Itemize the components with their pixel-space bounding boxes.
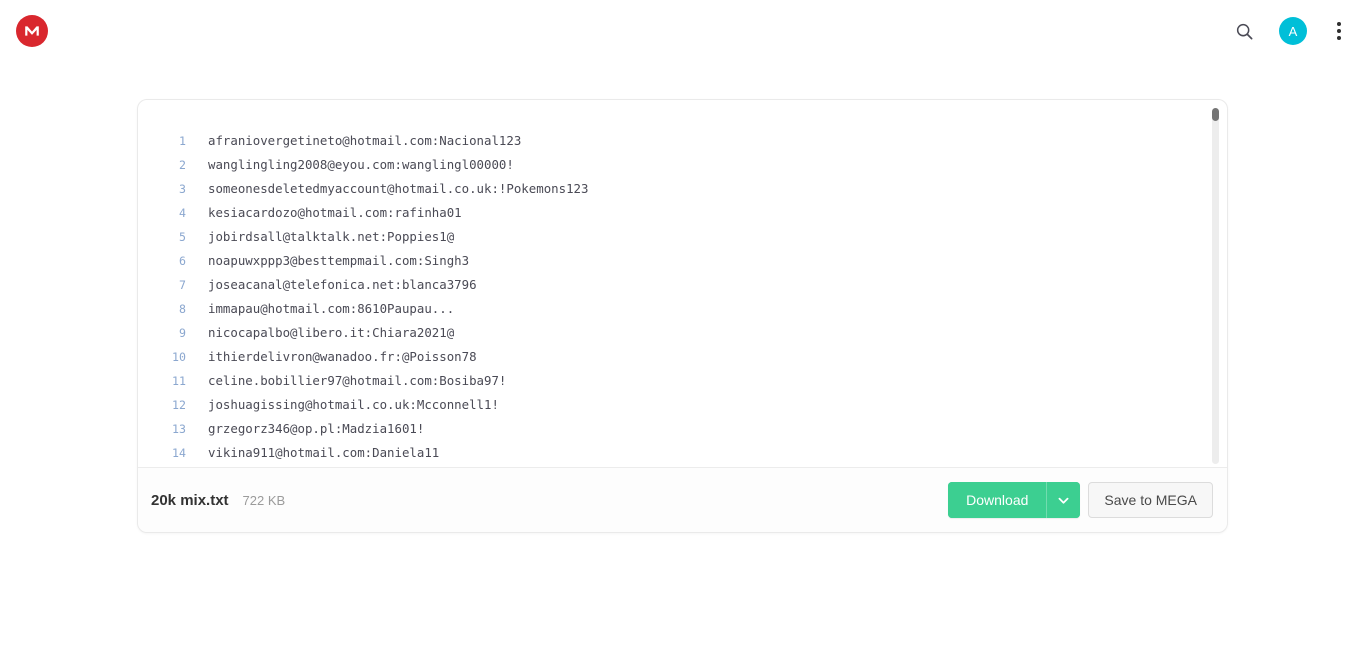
line-text: jobirdsall@talktalk.net:Poppies1@ bbox=[208, 229, 455, 244]
avatar[interactable]: A bbox=[1279, 17, 1307, 45]
file-name: 20k mix.txt bbox=[151, 491, 229, 509]
top-bar: A bbox=[0, 0, 1365, 62]
line-number: 11 bbox=[172, 374, 186, 388]
search-icon bbox=[1236, 23, 1252, 39]
avatar-letter: A bbox=[1288, 23, 1298, 39]
code-line: 14 vikina911@hotmail.com:Daniela11 bbox=[138, 441, 1227, 465]
line-number: 7 bbox=[179, 278, 186, 292]
code-line: 10 ithierdelivron@wanadoo.fr:@Poisson78 bbox=[138, 345, 1227, 369]
line-text: noapuwxppp3@besttempmail.com:Singh3 bbox=[208, 253, 470, 268]
line-text: celine.bobillier97@hotmail.com:Bosiba97! bbox=[208, 373, 507, 388]
mega-m-icon bbox=[25, 26, 39, 36]
download-button-group: Download bbox=[948, 482, 1081, 518]
code-line: 8 immapau@hotmail.com:8610Paupau... bbox=[138, 297, 1227, 321]
file-preview-card: 1 afraniovergetineto@hotmail.com:Nacional… bbox=[137, 99, 1228, 533]
line-number: 5 bbox=[179, 230, 186, 244]
line-text: grzegorz346@op.pl:Madzia1601! bbox=[208, 421, 425, 436]
code-line: 11 celine.bobillier97@hotmail.com:Bosiba9… bbox=[138, 369, 1227, 393]
line-number: 8 bbox=[179, 302, 186, 316]
download-button[interactable]: Download bbox=[948, 482, 1047, 518]
code-line: 9 nicocapalbo@libero.it:Chiara2021@ bbox=[138, 321, 1227, 345]
line-number: 15 bbox=[138, 465, 186, 467]
line-number: 14 bbox=[172, 446, 186, 460]
text-viewer[interactable]: 1 afraniovergetineto@hotmail.com:Nacional… bbox=[138, 100, 1227, 467]
code-lines: 1 afraniovergetineto@hotmail.com:Nacional… bbox=[138, 100, 1227, 467]
code-line: 13 grzegorz346@op.pl:Madzia1601! bbox=[138, 417, 1227, 441]
file-actions-bar: 20k mix.txt 722 KB Download Save to MEGA bbox=[138, 467, 1227, 532]
kebab-menu-icon[interactable] bbox=[1329, 18, 1349, 44]
line-number: 12 bbox=[172, 398, 186, 412]
viewer-scrollbar[interactable] bbox=[1212, 108, 1219, 464]
download-options-button[interactable] bbox=[1046, 482, 1081, 518]
code-line: 15teresa19@telefonica.net:191290 bbox=[138, 465, 1227, 467]
code-line: 6 noapuwxppp3@besttempmail.com:Singh3 bbox=[138, 249, 1227, 273]
kebab-dot bbox=[1337, 22, 1341, 26]
line-text: kesiacardozo@hotmail.com:rafinha01 bbox=[208, 205, 462, 220]
line-text: teresa19@telefonica.net:191290 bbox=[186, 465, 432, 467]
line-number: 9 bbox=[179, 326, 186, 340]
code-line: 1 afraniovergetineto@hotmail.com:Nacional… bbox=[138, 129, 1227, 153]
line-text: nicocapalbo@libero.it:Chiara2021@ bbox=[208, 325, 455, 340]
line-text: joshuagissing@hotmail.co.uk:Mcconnell1! bbox=[208, 397, 499, 412]
top-bar-actions: A bbox=[1231, 0, 1349, 62]
line-text: vikina911@hotmail.com:Daniela11 bbox=[208, 445, 440, 460]
file-size: 722 KB bbox=[242, 492, 286, 508]
line-number: 2 bbox=[179, 158, 186, 172]
code-line: 2 wanglingling2008@eyou.com:wanglingl0000… bbox=[138, 153, 1227, 177]
code-line: 7 joseacanal@telefonica.net:blanca3796 bbox=[138, 273, 1227, 297]
save-to-mega-button[interactable]: Save to MEGA bbox=[1088, 482, 1213, 518]
line-number: 10 bbox=[172, 350, 186, 364]
line-number: 4 bbox=[179, 206, 186, 220]
mega-logo[interactable] bbox=[16, 15, 48, 47]
search-button[interactable] bbox=[1231, 18, 1257, 44]
line-text: wanglingling2008@eyou.com:wanglingl00000… bbox=[208, 157, 514, 172]
line-number: 13 bbox=[172, 422, 186, 436]
code-line: 4 kesiacardozo@hotmail.com:rafinha01 bbox=[138, 201, 1227, 225]
chevron-down-icon bbox=[1058, 497, 1069, 504]
line-number: 1 bbox=[179, 134, 186, 148]
line-number: 6 bbox=[179, 254, 186, 268]
line-text: ithierdelivron@wanadoo.fr:@Poisson78 bbox=[208, 349, 477, 364]
kebab-dot bbox=[1337, 29, 1341, 33]
line-number: 3 bbox=[179, 182, 186, 196]
code-line: 5 jobirdsall@talktalk.net:Poppies1@ bbox=[138, 225, 1227, 249]
line-text: immapau@hotmail.com:8610Paupau... bbox=[208, 301, 455, 316]
line-text: joseacanal@telefonica.net:blanca3796 bbox=[208, 277, 477, 292]
code-line: 3 someonesdeletedmyaccount@hotmail.co.uk:… bbox=[138, 177, 1227, 201]
kebab-dot bbox=[1337, 36, 1341, 40]
line-text: someonesdeletedmyaccount@hotmail.co.uk:!… bbox=[208, 181, 589, 196]
code-line: 12 joshuagissing@hotmail.co.uk:Mcconnell1… bbox=[138, 393, 1227, 417]
line-text: afraniovergetineto@hotmail.com:Nacional1… bbox=[208, 133, 522, 148]
viewer-scrollbar-thumb[interactable] bbox=[1212, 108, 1219, 121]
